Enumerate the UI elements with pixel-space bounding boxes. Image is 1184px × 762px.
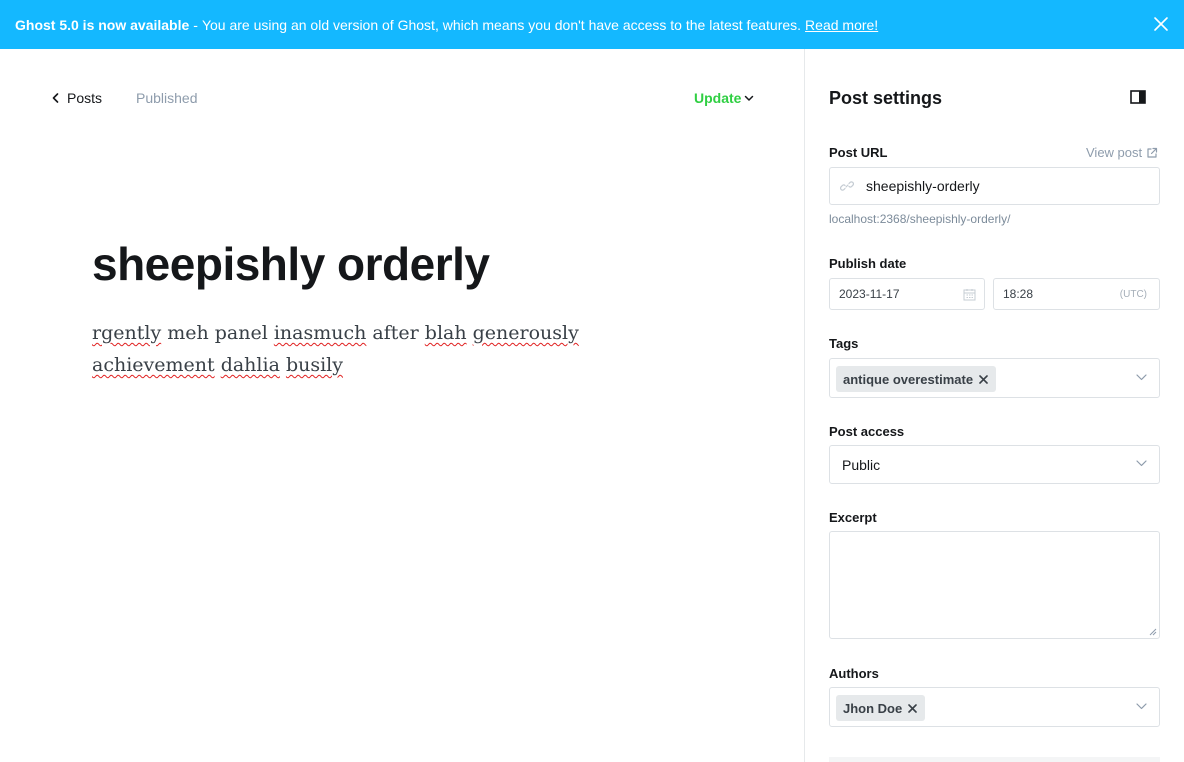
chevron-down-icon[interactable] [1136, 703, 1147, 710]
next-section-edge [829, 757, 1160, 762]
post-access-value: Public [842, 456, 881, 473]
misspelled-word: dahlia [220, 354, 280, 376]
post-title[interactable]: sheepishly orderly [92, 237, 490, 291]
banner-read-more-link[interactable]: Read more! [805, 17, 878, 33]
timezone-label: (UTC) [1119, 289, 1147, 300]
publish-time-input[interactable]: 18:28 (UTC) [993, 278, 1160, 310]
publish-date-input[interactable]: 2023-11-17 [829, 278, 985, 310]
update-label: Update [694, 90, 742, 106]
misspelled-word: blah [424, 322, 467, 344]
update-button[interactable]: Update [694, 90, 754, 106]
misspelled-word: busily [285, 354, 343, 376]
post-settings-panel: Post settings Post URL View post sheepis… [805, 49, 1184, 762]
external-link-icon [1147, 147, 1158, 158]
post-url-label: Post URL [829, 145, 888, 160]
close-icon[interactable] [1152, 15, 1170, 33]
link-icon [840, 181, 854, 191]
post-editor: Posts Published Update sheepishly orderl… [0, 49, 804, 762]
post-body-editor[interactable]: rgently meh panel inasmuch after blah ge… [92, 317, 692, 381]
tag-token-label: antique overestimate [843, 371, 974, 387]
post-url-value: sheepishly-orderly [866, 178, 980, 194]
back-label: Posts [67, 90, 103, 106]
chevron-down-icon[interactable] [1136, 374, 1147, 381]
publish-time-value: 18:28 [1003, 287, 1034, 301]
excerpt-label: Excerpt [829, 510, 877, 525]
banner-headline: Ghost 5.0 is now available [15, 16, 190, 33]
post-status: Published [136, 90, 198, 106]
tag-token[interactable]: antique overestimate [836, 366, 997, 392]
publish-date-label: Publish date [829, 256, 907, 271]
misspelled-word: achievement [92, 354, 215, 376]
chevron-left-icon [52, 93, 59, 103]
chevron-down-icon [745, 95, 754, 101]
update-banner: Ghost 5.0 is now available - You are usi… [0, 0, 1184, 49]
back-to-posts-link[interactable]: Posts [52, 90, 102, 106]
publish-date-value: 2023-11-17 [839, 287, 900, 301]
tags-label: Tags [829, 336, 859, 351]
authors-input[interactable]: Jhon Doe [829, 687, 1160, 727]
view-post-label: View post [1086, 145, 1143, 160]
view-post-link[interactable]: View post [1086, 145, 1158, 160]
misspelled-word: inasmuch [273, 322, 367, 344]
post-url-hint: localhost:2368/sheepishly-orderly/ [829, 212, 1011, 226]
body-text: meh panel [161, 322, 274, 344]
remove-author-icon[interactable] [908, 703, 918, 713]
author-token[interactable]: Jhon Doe [836, 695, 926, 721]
authors-label: Authors [829, 666, 879, 681]
remove-tag-icon[interactable] [979, 374, 988, 384]
post-access-label: Post access [829, 424, 905, 439]
excerpt-textarea[interactable] [829, 531, 1160, 639]
calendar-icon[interactable] [963, 288, 976, 301]
sidebar-toggle-icon[interactable] [1130, 90, 1146, 104]
tags-input[interactable]: antique overestimate [829, 358, 1160, 398]
banner-message: You are using an old version of Ghost, w… [201, 16, 802, 33]
resize-handle-icon[interactable] [1149, 628, 1157, 636]
post-access-select[interactable]: Public [829, 445, 1160, 484]
banner-separator: - [193, 16, 198, 33]
panel-title: Post settings [829, 88, 943, 108]
body-text: after [366, 322, 425, 344]
chevron-down-icon [1136, 460, 1147, 467]
misspelled-word: rgently [92, 322, 162, 344]
author-token-label: Jhon Doe [843, 700, 903, 716]
post-url-input[interactable]: sheepishly-orderly [829, 167, 1160, 205]
misspelled-word: generously [472, 322, 579, 344]
